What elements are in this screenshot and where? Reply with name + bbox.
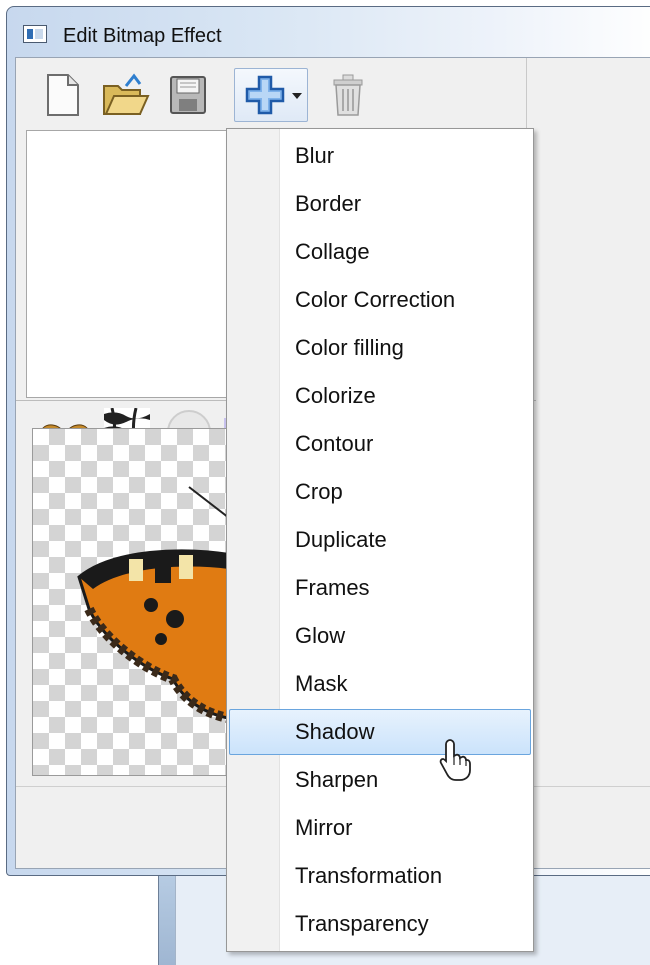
- menu-item-shadow[interactable]: Shadow: [229, 709, 531, 755]
- menu-item-sharpen[interactable]: Sharpen: [229, 757, 531, 803]
- window-title: Edit Bitmap Effect: [63, 25, 222, 47]
- add-effect-button[interactable]: [234, 68, 308, 122]
- menu-item-colorize[interactable]: Colorize: [229, 373, 531, 419]
- save-disk-icon: [170, 76, 206, 114]
- new-document-icon: [47, 74, 79, 116]
- menu-item-border[interactable]: Border: [229, 181, 531, 227]
- menu-item-collage[interactable]: Collage: [229, 229, 531, 275]
- menu-item-transparency[interactable]: Transparency: [229, 901, 531, 947]
- menu-item-color-filling[interactable]: Color filling: [229, 325, 531, 371]
- menu-item-transformation[interactable]: Transformation: [229, 853, 531, 899]
- add-effect-menu: Blur Border Collage Color Correction Col…: [226, 128, 534, 952]
- menu-item-color-correction[interactable]: Color Correction: [229, 277, 531, 323]
- add-effect-icon: [245, 75, 285, 115]
- menu-item-crop[interactable]: Crop: [229, 469, 531, 515]
- mouse-cursor-icon: [439, 739, 471, 781]
- menu-item-glow[interactable]: Glow: [229, 613, 531, 659]
- save-button[interactable]: [166, 72, 210, 118]
- window-app-icon: [23, 25, 47, 43]
- menu-item-mirror[interactable]: Mirror: [229, 805, 531, 851]
- delete-button[interactable]: [326, 72, 370, 118]
- toolbar: [16, 58, 527, 130]
- open-button[interactable]: [100, 72, 150, 118]
- menu-item-mask[interactable]: Mask: [229, 661, 531, 707]
- menu-item-blur[interactable]: Blur: [229, 133, 531, 179]
- menu-item-contour[interactable]: Contour: [229, 421, 531, 467]
- menu-item-frames[interactable]: Frames: [229, 565, 531, 611]
- chevron-down-icon: [292, 93, 302, 99]
- new-document-button[interactable]: [40, 72, 84, 118]
- menu-item-duplicate[interactable]: Duplicate: [229, 517, 531, 563]
- open-folder-icon: [103, 73, 150, 115]
- trash-icon: [333, 74, 363, 116]
